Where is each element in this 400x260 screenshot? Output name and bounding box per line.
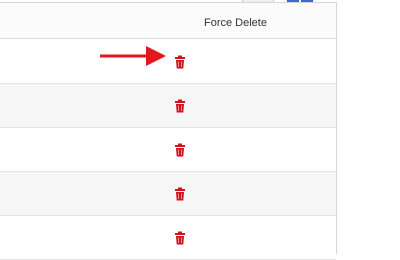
table-row [0,216,336,260]
column-header-force-delete: Force Delete [204,17,267,29]
trash-icon[interactable] [174,187,186,201]
trash-icon[interactable] [174,55,186,69]
table-row [0,40,336,84]
table-row [0,172,336,216]
table-header: Force Delete [0,3,336,39]
trash-icon[interactable] [174,99,186,113]
trash-icon[interactable] [174,143,186,157]
table-rows [0,40,336,260]
table-row [0,128,336,172]
trash-icon[interactable] [174,231,186,245]
table-row [0,84,336,128]
annotation-arrow-icon [100,46,166,66]
data-table: Force Delete [0,2,337,260]
